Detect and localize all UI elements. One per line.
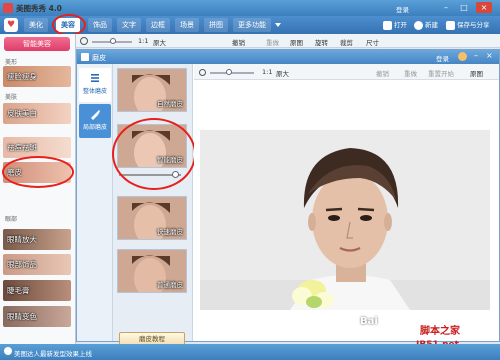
item-acne-removal[interactable]: 祛痘祛斑 bbox=[3, 137, 71, 158]
watermark-site: 脚本之家 bbox=[420, 326, 460, 337]
item-slim-face[interactable]: 瘦脸瘦身 bbox=[3, 66, 71, 87]
app-logo-icon bbox=[3, 3, 13, 13]
item-whitening[interactable]: 皮肤美白 bbox=[3, 103, 71, 124]
dialog-zoom-slider-knob[interactable] bbox=[226, 69, 232, 75]
item-eye-color[interactable]: 眼睛变色 bbox=[3, 306, 71, 327]
undo-button[interactable]: 撤销 bbox=[232, 37, 245, 47]
zoom-ratio[interactable]: 1:1 bbox=[138, 37, 148, 45]
item-eye-enlarge[interactable]: 眼睛放大 bbox=[3, 229, 71, 250]
zoom-slider-knob[interactable] bbox=[110, 38, 116, 44]
section-label-shape: 美形 bbox=[5, 59, 18, 66]
dialog-redo-button[interactable]: 重做 bbox=[404, 68, 417, 78]
dialog-minimize-button[interactable]: – bbox=[474, 51, 478, 60]
tab-scene[interactable]: 场景 bbox=[175, 18, 199, 32]
tab-overall-smoothing[interactable]: 整体磨皮 bbox=[79, 68, 111, 102]
annotation-ring-smoothing bbox=[2, 156, 74, 188]
login-link[interactable]: 登录 bbox=[396, 4, 409, 14]
save-icon bbox=[446, 20, 455, 30]
tab-local-smoothing[interactable]: 局部磨皮 bbox=[79, 104, 111, 138]
new-button[interactable]: 新建 bbox=[414, 19, 438, 31]
annotation-ring-preset bbox=[112, 118, 196, 190]
smart-beauty-button[interactable]: 智能美容 bbox=[4, 37, 70, 51]
chevron-down-icon bbox=[275, 23, 281, 27]
dialog-reset-button[interactable]: 重置开始 bbox=[428, 68, 454, 78]
tab-text[interactable]: 文字 bbox=[117, 18, 141, 32]
status-message[interactable]: 美图达人最新发型效果上线 bbox=[14, 348, 92, 358]
dialog-login-link[interactable]: 登录 bbox=[436, 53, 449, 63]
home-icon[interactable]: ♥ bbox=[4, 18, 18, 32]
size-button[interactable]: 尺寸 bbox=[366, 37, 379, 47]
save-share-button[interactable]: 保存与分享 bbox=[446, 19, 490, 31]
redo-button[interactable]: 重做 bbox=[266, 37, 279, 47]
open-button[interactable]: 打开 bbox=[383, 19, 407, 31]
dialog-close-button[interactable]: × bbox=[486, 51, 493, 60]
title-bar bbox=[0, 0, 500, 16]
dialog-origin-button[interactable]: 原图 bbox=[470, 68, 483, 78]
dialog-zoom-ratio[interactable]: 1:1 bbox=[262, 68, 272, 76]
dialog-zoom-slider[interactable] bbox=[210, 72, 254, 74]
list-icon bbox=[91, 74, 99, 82]
item-eye-accessories[interactable]: 眼部饰品 bbox=[3, 254, 71, 275]
minimize-button[interactable]: – bbox=[438, 2, 454, 13]
item-mascara[interactable]: 睫毛膏 bbox=[3, 280, 71, 301]
dialog-title: 磨皮 bbox=[92, 54, 106, 62]
watermark-baidu: Bai bbox=[360, 316, 378, 327]
tab-beautify[interactable]: 美化 bbox=[24, 18, 48, 32]
section-label-eyes: 眼部 bbox=[5, 216, 18, 223]
section-label-skin: 美肤 bbox=[5, 94, 18, 101]
portrait-image bbox=[200, 130, 490, 310]
preset-normal[interactable]: 普通磨皮 bbox=[117, 249, 187, 293]
zoom-out-icon[interactable] bbox=[80, 37, 88, 45]
origin-button[interactable]: 原图 bbox=[290, 37, 303, 47]
portrait-photo bbox=[200, 130, 490, 310]
tab-accessories[interactable]: 饰品 bbox=[88, 18, 112, 32]
preset-fast[interactable]: 快速磨皮 bbox=[117, 196, 187, 240]
info-icon bbox=[4, 347, 12, 355]
rotate-button[interactable]: 旋转 bbox=[315, 37, 328, 47]
dialog-icon bbox=[81, 53, 89, 61]
tab-frame[interactable]: 边框 bbox=[146, 18, 170, 32]
maximize-button[interactable]: □ bbox=[456, 2, 472, 13]
user-icon[interactable] bbox=[458, 52, 467, 61]
original-size-button[interactable]: 原大 bbox=[153, 37, 166, 47]
brush-icon bbox=[91, 110, 100, 120]
preset-natural[interactable]: 自然磨皮 bbox=[117, 68, 187, 112]
tab-collage[interactable]: 拼图 bbox=[204, 18, 228, 32]
dialog-undo-button[interactable]: 撤销 bbox=[376, 68, 389, 78]
annotation-ring-tab bbox=[52, 14, 86, 36]
plus-icon bbox=[414, 20, 423, 30]
dialog-original-size[interactable]: 原大 bbox=[276, 68, 289, 78]
zoom-out-icon[interactable] bbox=[199, 69, 206, 76]
close-button[interactable]: × bbox=[476, 2, 492, 13]
tab-more[interactable]: 更多功能 bbox=[233, 18, 271, 32]
crop-button[interactable]: 裁剪 bbox=[340, 37, 353, 47]
folder-icon bbox=[383, 20, 392, 30]
app-title: 美图秀秀 4.0 bbox=[16, 4, 62, 13]
